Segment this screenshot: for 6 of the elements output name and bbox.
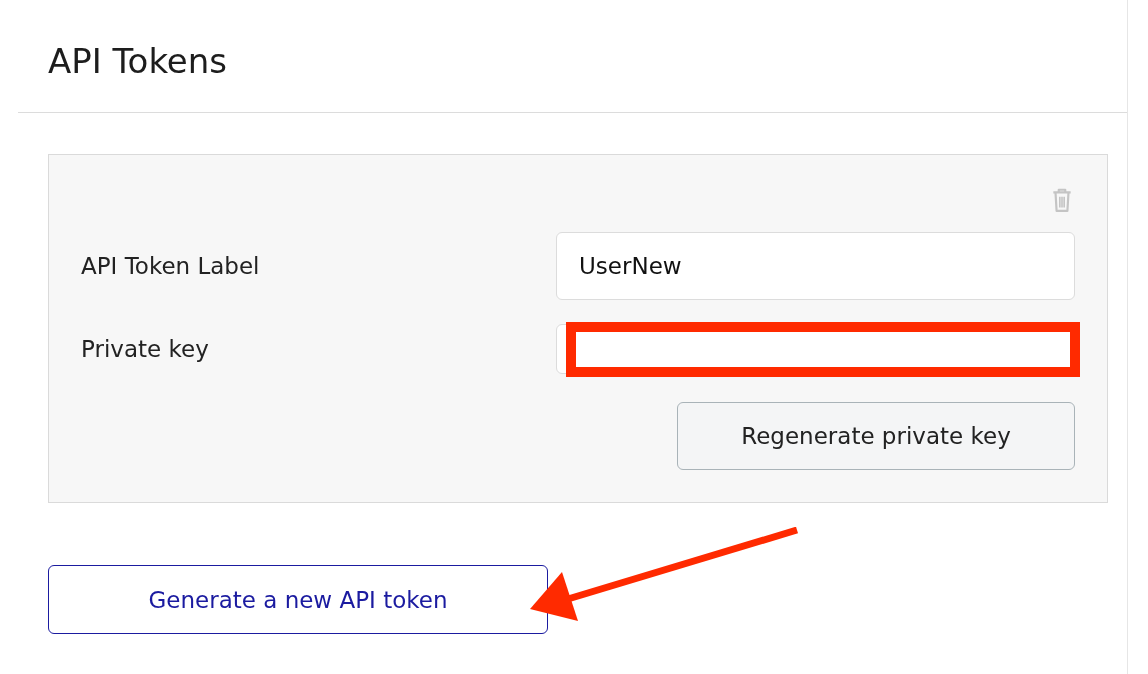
- regenerate-button[interactable]: Regenerate private key: [677, 402, 1075, 470]
- page-title: API Tokens: [48, 40, 229, 83]
- input-field[interactable]: UserNew: [556, 232, 1075, 300]
- field-label: API Token Label: [81, 253, 261, 279]
- field-label: Private key: [81, 336, 210, 362]
- generate-button[interactable]: Generate a new API token: [48, 565, 548, 634]
